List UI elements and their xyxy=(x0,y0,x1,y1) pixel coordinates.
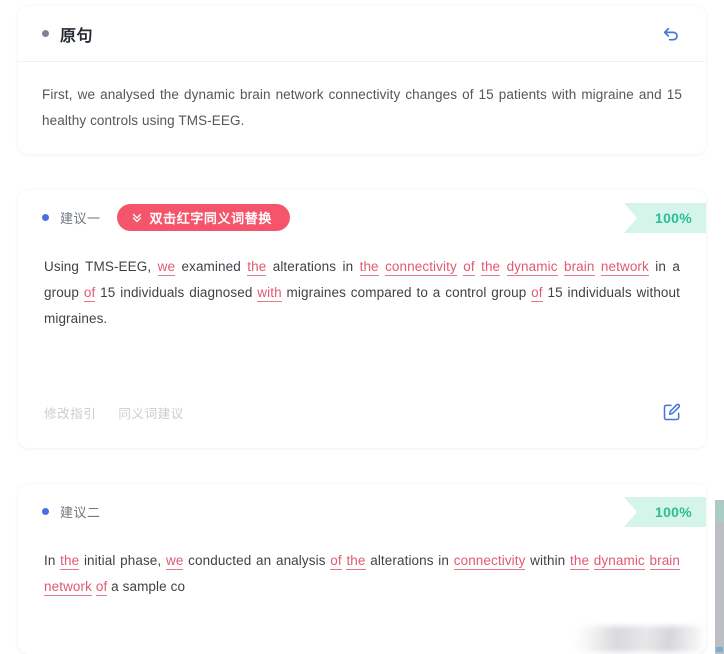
highlighted-word[interactable]: of xyxy=(83,285,96,302)
highlighted-word[interactable]: with xyxy=(257,285,282,302)
suggestion-panel: 原句 First, we analysed the dynamic brain … xyxy=(0,0,724,654)
highlighted-word[interactable]: connectivity xyxy=(453,553,526,570)
revision-guide-link[interactable]: 修改指引 xyxy=(44,403,96,422)
highlighted-word[interactable]: network xyxy=(44,579,92,596)
highlighted-word[interactable]: the xyxy=(247,259,267,276)
highlighted-word[interactable]: network xyxy=(600,259,649,276)
synonym-suggestion-link[interactable]: 同义词建议 xyxy=(118,403,184,422)
suggestion-2-score-badge: 100% xyxy=(624,497,706,527)
vertical-scrollbar[interactable] xyxy=(715,500,724,654)
undo-arrow-icon[interactable] xyxy=(658,21,684,47)
highlighted-word[interactable]: we xyxy=(157,259,176,276)
suggestion-1-score-badge: 100% xyxy=(624,203,706,233)
highlighted-word[interactable]: the xyxy=(346,553,366,570)
highlighted-word[interactable]: we xyxy=(165,553,184,570)
highlighted-word[interactable]: dynamic xyxy=(593,553,645,570)
suggestion-1-label: 建议一 xyxy=(60,210,101,226)
scrollbar-marker xyxy=(716,647,723,652)
highlighted-word[interactable]: brain xyxy=(649,553,681,570)
double-chevron-down-icon xyxy=(131,211,143,223)
suggestion-1-text[interactable]: Using TMS-EEG, we examined the alteratio… xyxy=(18,244,706,332)
gray-bullet-icon xyxy=(42,30,49,37)
original-card-title: 原句 xyxy=(60,27,94,45)
blue-bullet-icon xyxy=(42,507,49,515)
blue-bullet-icon xyxy=(42,213,49,221)
highlighted-word[interactable]: brain xyxy=(563,259,595,276)
hint-pill-label: 双击红字同义词替换 xyxy=(149,210,272,226)
suggestion-2-text[interactable]: In the initial phase, we conducted an an… xyxy=(18,538,706,600)
original-card-header: 原句 xyxy=(18,6,706,62)
highlighted-word[interactable]: of xyxy=(463,259,475,276)
suggestion-1-footer: 修改指引 同义词建议 xyxy=(18,398,706,426)
double-click-replace-hint-pill[interactable]: 双击红字同义词替换 xyxy=(116,203,290,231)
suggestion-2-header: 建议二 100% xyxy=(18,484,706,538)
highlighted-word[interactable]: the xyxy=(359,259,379,276)
suggestion-2-label: 建议二 xyxy=(60,504,101,520)
highlighted-word[interactable]: the xyxy=(481,259,501,276)
highlighted-word[interactable]: the xyxy=(60,553,80,570)
suggestion-card-2: 建议二 100% In the initial phase, we conduc… xyxy=(18,484,706,654)
highlighted-word[interactable]: of xyxy=(531,285,543,302)
original-sentence-text: First, we analysed the dynamic brain net… xyxy=(42,87,682,128)
highlighted-word[interactable]: of xyxy=(330,553,342,570)
highlighted-word[interactable]: the xyxy=(570,553,590,570)
highlighted-word[interactable]: dynamic xyxy=(506,259,558,276)
highlighted-word[interactable]: connectivity xyxy=(385,259,457,276)
suggestion-1-header: 建议一 双击红字同义词替换 100% xyxy=(18,190,706,244)
highlighted-word[interactable]: of xyxy=(95,579,108,596)
suggestion-card-1: 建议一 双击红字同义词替换 100% Using TMS-EEG, we exa… xyxy=(18,190,706,448)
original-sentence-card: 原句 First, we analysed the dynamic brain … xyxy=(18,6,706,154)
scrollbar-thumb[interactable] xyxy=(715,500,724,522)
edit-pencil-square-icon[interactable] xyxy=(660,400,684,424)
